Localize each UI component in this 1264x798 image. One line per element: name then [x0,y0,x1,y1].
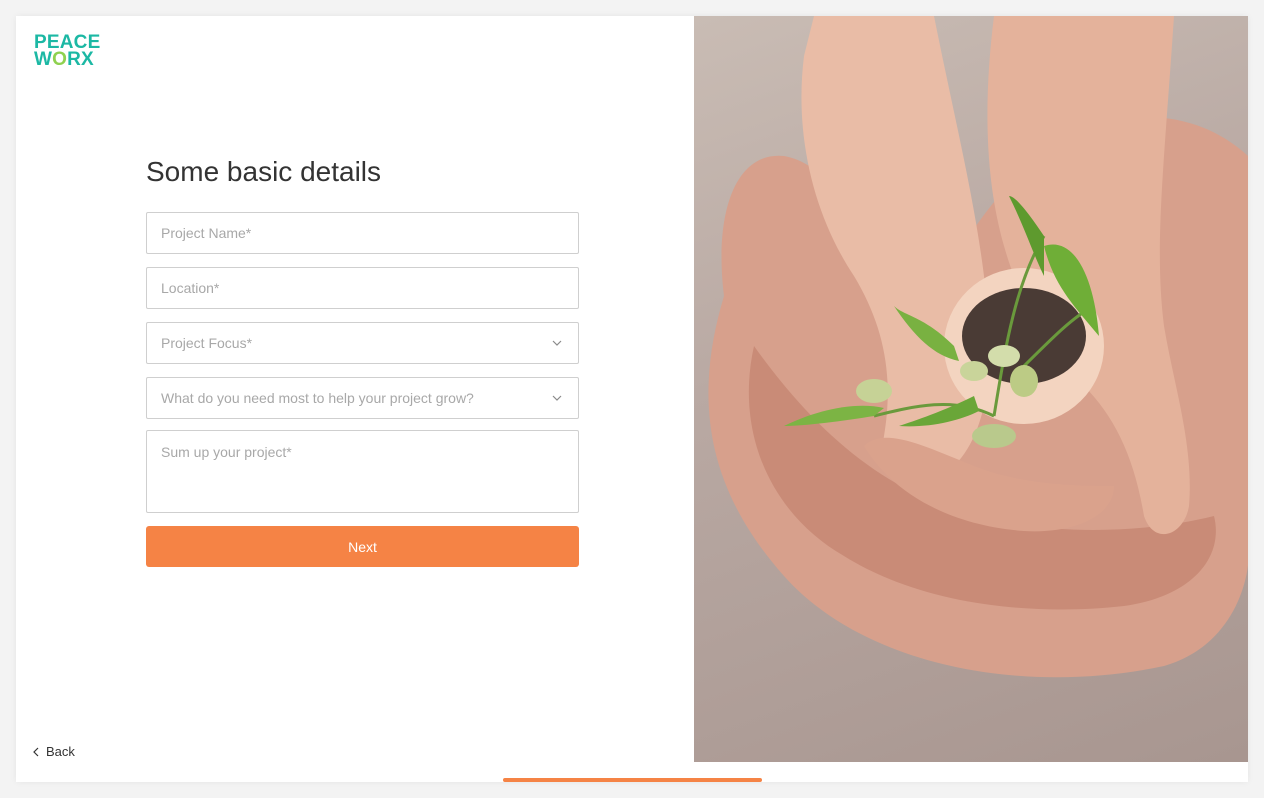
back-button[interactable]: Back [32,744,75,759]
chevron-down-icon [552,338,562,348]
chevron-down-icon [552,393,562,403]
project-summary-placeholder: Sum up your project* [161,444,292,460]
peaceworx-logo[interactable]: PEACE WORX [34,33,104,70]
hands-holding-seedling-illustration [708,16,1248,678]
onboarding-card: PEACE WORX Some basic details Project Na… [16,16,1248,782]
project-summary-textarea[interactable]: Sum up your project* [146,430,579,513]
location-placeholder: Location* [161,280,220,296]
project-focus-placeholder: Project Focus* [161,335,253,351]
location-input[interactable]: Location* [146,267,579,309]
needs-placeholder: What do you need most to help your proje… [161,390,474,406]
back-label: Back [46,744,75,759]
needs-select[interactable]: What do you need most to help your proje… [146,377,579,419]
project-name-placeholder: Project Name* [161,225,252,241]
project-name-input[interactable]: Project Name* [146,212,579,254]
page-title: Some basic details [146,156,382,187]
hero-photo [694,16,1248,762]
step-progress-bar [503,778,762,782]
logo-line-2: WORX [34,49,94,70]
next-button[interactable]: Next [146,526,579,567]
chevron-left-icon [33,747,39,756]
project-focus-select[interactable]: Project Focus* [146,322,579,364]
